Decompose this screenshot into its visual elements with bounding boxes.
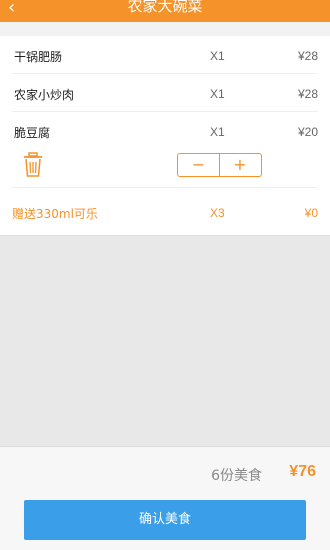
order-list: 干锅肥肠 X1 ¥28 农家小炒肉 X1 ¥28 脆豆腐 X1 ¥20 − + <box>0 36 330 236</box>
order-item-row: 干锅肥肠 X1 ¥28 <box>12 36 318 74</box>
item-count: 6份美食 <box>211 468 262 484</box>
item-price: ¥28 <box>297 49 318 63</box>
increase-button[interactable]: + <box>219 154 261 176</box>
item-name: 干锅肥肠 <box>14 50 63 64</box>
item-qty: X1 <box>210 49 225 63</box>
confirm-button[interactable]: 确认美食 <box>24 500 306 540</box>
decrease-button[interactable]: − <box>178 154 220 176</box>
total-price: ¥76 <box>289 463 316 480</box>
app-header: ‹ 农家大碗菜 <box>0 0 330 22</box>
gift-qty: X3 <box>210 206 225 220</box>
gift-price: ¥0 <box>304 206 318 220</box>
top-gap <box>0 22 330 36</box>
item-qty: X1 <box>210 87 225 101</box>
page-title: 农家大碗菜 <box>127 0 203 15</box>
bottom-bar: 6份美食 ¥76 确认美食 <box>0 446 330 550</box>
quantity-stepper: − + <box>177 153 262 177</box>
item-price: ¥28 <box>297 87 318 101</box>
item-price: ¥20 <box>297 125 318 139</box>
trash-icon[interactable] <box>22 152 44 178</box>
gift-name: 赠送330ml可乐 <box>12 207 98 221</box>
order-item-row: 农家小炒肉 X1 ¥28 <box>12 74 318 112</box>
order-item-row: 脆豆腐 X1 ¥20 <box>12 112 318 146</box>
item-name: 脆豆腐 <box>14 126 51 140</box>
gift-row: 赠送330ml可乐 X3 ¥0 <box>12 194 318 232</box>
item-name: 农家小炒肉 <box>14 88 75 102</box>
item-controls: − + <box>12 146 318 188</box>
item-qty: X1 <box>210 125 225 139</box>
